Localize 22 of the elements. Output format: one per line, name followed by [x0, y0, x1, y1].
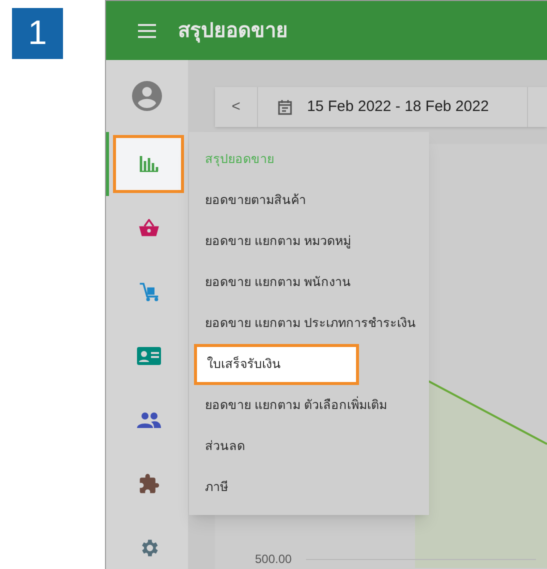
menu-item[interactable]: ยอดขาย แยกตาม พนักงาน — [189, 262, 429, 303]
bar-chart-icon — [138, 156, 158, 172]
app-title: สรุปยอดขาย — [178, 18, 288, 45]
puzzle-piece-icon — [138, 473, 160, 495]
previous-button[interactable]: < — [215, 87, 258, 127]
menu-item[interactable]: ส่วนลด — [189, 426, 429, 467]
menu-item[interactable]: ยอดขาย แยกตาม หมวดหมู่ — [189, 221, 429, 262]
menu-item[interactable]: ใบเสร็จรับเงิน — [194, 344, 359, 385]
menu-item[interactable]: ยอดขาย แยกตาม ตัวเลือกเพิ่มเติม — [189, 385, 429, 426]
step-number-badge: 1 — [12, 8, 63, 59]
menu-item[interactable]: ยอดขายตามสินค้า — [189, 180, 429, 221]
people-icon — [136, 412, 160, 428]
menu-item[interactable]: ยอดขาย แยกตาม ประเภทการชำระเงิน — [189, 303, 429, 344]
menu-item[interactable]: ภาษี — [189, 467, 429, 508]
calendar-icon — [278, 100, 292, 114]
id-card-icon — [136, 347, 160, 365]
basket-icon — [138, 219, 160, 237]
avatar-icon[interactable] — [129, 78, 165, 114]
axis-label: 500.00 — [255, 551, 292, 568]
menu-icon[interactable] — [137, 22, 157, 38]
date-range-button[interactable]: 15 Feb 2022 - 18 Feb 2022 — [258, 87, 528, 127]
hand-truck-icon — [138, 281, 160, 303]
